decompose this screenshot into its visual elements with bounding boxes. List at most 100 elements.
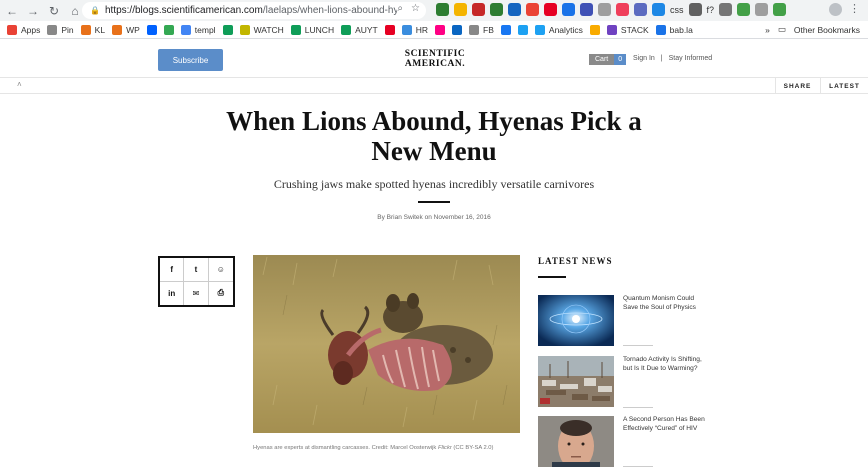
bookmark-item[interactable]: bab.la bbox=[655, 24, 693, 35]
chrome-extension-icon[interactable] bbox=[526, 3, 539, 16]
color-extension-icon[interactable] bbox=[737, 3, 751, 16]
reload-icon[interactable]: ↻ bbox=[45, 2, 63, 20]
bookmark-item[interactable]: Pin bbox=[47, 24, 74, 35]
article-byline: By Brian Switek on November 16, 2016 bbox=[377, 214, 491, 221]
share-menu-button[interactable]: SHARE bbox=[775, 78, 819, 94]
bookmark-item[interactable] bbox=[500, 24, 511, 35]
bookmark-item[interactable]: STACK bbox=[606, 24, 649, 35]
url-path: /laelaps/when-lions-abound-hy... bbox=[262, 5, 407, 16]
bookmark-item[interactable] bbox=[146, 24, 157, 35]
bookmark-label: templ bbox=[194, 24, 216, 35]
news-thumbnail[interactable] bbox=[538, 416, 614, 467]
news-divider bbox=[623, 407, 653, 408]
recycle-extension-icon[interactable] bbox=[773, 3, 787, 16]
image-extension-icon[interactable] bbox=[598, 3, 611, 16]
bookmark-item[interactable]: templ bbox=[180, 24, 216, 35]
bookmark-item[interactable] bbox=[435, 24, 446, 35]
bookmark-item[interactable] bbox=[163, 24, 174, 35]
kl-icon bbox=[80, 24, 91, 35]
bookmark-item[interactable]: LUNCH bbox=[290, 24, 334, 35]
notes-extension-icon[interactable] bbox=[454, 3, 467, 16]
caption-source-link[interactable]: Flickr bbox=[438, 445, 452, 451]
bookmark-item[interactable]: WATCH bbox=[239, 24, 284, 35]
cart-count-badge: 0 bbox=[614, 54, 627, 65]
pocket-extension-icon[interactable] bbox=[616, 3, 629, 16]
lastpass-extension-icon[interactable] bbox=[562, 3, 575, 16]
bookmark-item[interactable]: Analytics bbox=[534, 24, 583, 35]
analytics-icon bbox=[589, 24, 600, 35]
email-share-button[interactable]: ✉ bbox=[184, 281, 209, 305]
flickr-icon bbox=[435, 24, 446, 35]
caption-license: (CC BY-SA 2.0) bbox=[451, 445, 494, 451]
pinterest-extension-icon[interactable] bbox=[544, 3, 557, 16]
bookmark-item[interactable] bbox=[222, 24, 233, 35]
reddit-share-button[interactable]: ☺ bbox=[208, 258, 233, 282]
badge-extension-icon[interactable] bbox=[472, 3, 485, 16]
forward-icon[interactable]: → bbox=[24, 2, 42, 20]
star-icon bbox=[239, 24, 250, 35]
logo-line-2: AMERICAN. bbox=[404, 59, 466, 69]
news-item[interactable]: Tornado Activity Is Shifting, but Is It … bbox=[538, 356, 718, 411]
browser-toolbar: ← → ↻ ⌂ 🔒 https://blogs.scientificameric… bbox=[0, 0, 868, 21]
apps-grid-icon bbox=[7, 24, 17, 35]
article-dek: Crushing jaws make spotted hyenas incred… bbox=[273, 177, 595, 191]
bookmark-item[interactable]: KL bbox=[80, 24, 105, 35]
bookmarks-overflow-button[interactable]: » bbox=[765, 25, 770, 35]
news-title[interactable]: Quantum Monism Could Save the Soul of Ph… bbox=[623, 295, 708, 312]
bookmark-item[interactable] bbox=[517, 24, 528, 35]
image-caption: Hyenas are experts at dismantling carcas… bbox=[253, 445, 533, 451]
site-header: Subscribe SCIENTIFIC AMERICAN. Cart 0 Si… bbox=[0, 40, 868, 78]
bookmark-item[interactable]: HR bbox=[401, 24, 428, 35]
bookmark-star-icon[interactable]: ☆ bbox=[411, 3, 420, 14]
page-icon bbox=[47, 24, 58, 35]
grammar-extension-icon[interactable] bbox=[490, 3, 503, 16]
settings-extension-icon[interactable] bbox=[688, 3, 702, 16]
linkedin-share-button[interactable]: in bbox=[160, 281, 185, 305]
translate-extension-icon[interactable] bbox=[580, 3, 593, 16]
other-bookmarks-button[interactable]: Other Bookmarks bbox=[794, 25, 860, 35]
zoom-icon[interactable]: ⌕ bbox=[397, 3, 403, 14]
camera-extension-icon[interactable] bbox=[652, 3, 665, 16]
sign-in-link[interactable]: Sign In bbox=[633, 55, 655, 62]
news-title[interactable]: A Second Person Has Been Effectively “Cu… bbox=[623, 416, 708, 433]
tabs-extension-icon[interactable] bbox=[755, 3, 769, 16]
bookmark-item[interactable] bbox=[384, 24, 395, 35]
twitter-share-button[interactable]: t bbox=[184, 258, 209, 282]
stay-informed-link[interactable]: Stay Informed bbox=[669, 55, 713, 62]
bookmark-item[interactable]: AUYT bbox=[341, 24, 378, 35]
bookmark-label: bab.la bbox=[669, 24, 693, 35]
bookmark-label: FB bbox=[483, 24, 494, 35]
bookmark-item[interactable] bbox=[452, 24, 463, 35]
site-logo[interactable]: SCIENTIFIC AMERICAN. bbox=[395, 49, 475, 69]
news-item[interactable]: Quantum Monism Could Save the Soul of Ph… bbox=[538, 295, 718, 350]
back-icon[interactable]: ← bbox=[3, 2, 21, 20]
news-thumbnail[interactable] bbox=[538, 295, 614, 346]
target-extension-icon[interactable] bbox=[719, 3, 733, 16]
subscribe-button[interactable]: Subscribe bbox=[158, 49, 223, 71]
news-thumbnail[interactable] bbox=[538, 356, 614, 407]
tornado-thumbnail-image bbox=[538, 356, 614, 407]
latest-menu-button[interactable]: LATEST bbox=[820, 78, 868, 94]
page-icon bbox=[469, 24, 480, 35]
cart-button[interactable]: Cart 0 bbox=[589, 54, 627, 65]
print-share-button[interactable]: ⎙ bbox=[209, 282, 233, 306]
address-bar[interactable]: 🔒 https://blogs.scientificamerican.com/l… bbox=[82, 2, 426, 19]
bookmark-item[interactable]: WP bbox=[112, 24, 140, 35]
css-extension-icon[interactable]: css bbox=[670, 5, 684, 15]
bookmark-item[interactable]: FB bbox=[469, 24, 494, 35]
browser-menu-icon[interactable]: ⋮ bbox=[849, 2, 860, 15]
account-links: Sign In | Stay Informed bbox=[633, 55, 712, 62]
profile-avatar[interactable] bbox=[829, 3, 842, 16]
evernote-extension-icon[interactable] bbox=[436, 3, 449, 16]
facebook-icon bbox=[500, 24, 511, 35]
formula-extension-icon[interactable]: f? bbox=[707, 5, 715, 15]
facebook-share-button[interactable]: f bbox=[160, 258, 185, 282]
bookmark-item[interactable] bbox=[589, 24, 600, 35]
calendar-extension-icon[interactable] bbox=[508, 3, 521, 16]
news-title[interactable]: Tornado Activity Is Shifting, but Is It … bbox=[623, 356, 708, 373]
screenshot-extension-icon[interactable] bbox=[634, 3, 647, 16]
bookmark-item[interactable]: Apps bbox=[7, 24, 40, 35]
caption-text: Hyenas are experts at dismantling carcas… bbox=[253, 445, 438, 451]
chevron-up-icon[interactable]: ˄ bbox=[17, 80, 22, 89]
news-item[interactable]: A Second Person Has Been Effectively “Cu… bbox=[538, 416, 718, 470]
